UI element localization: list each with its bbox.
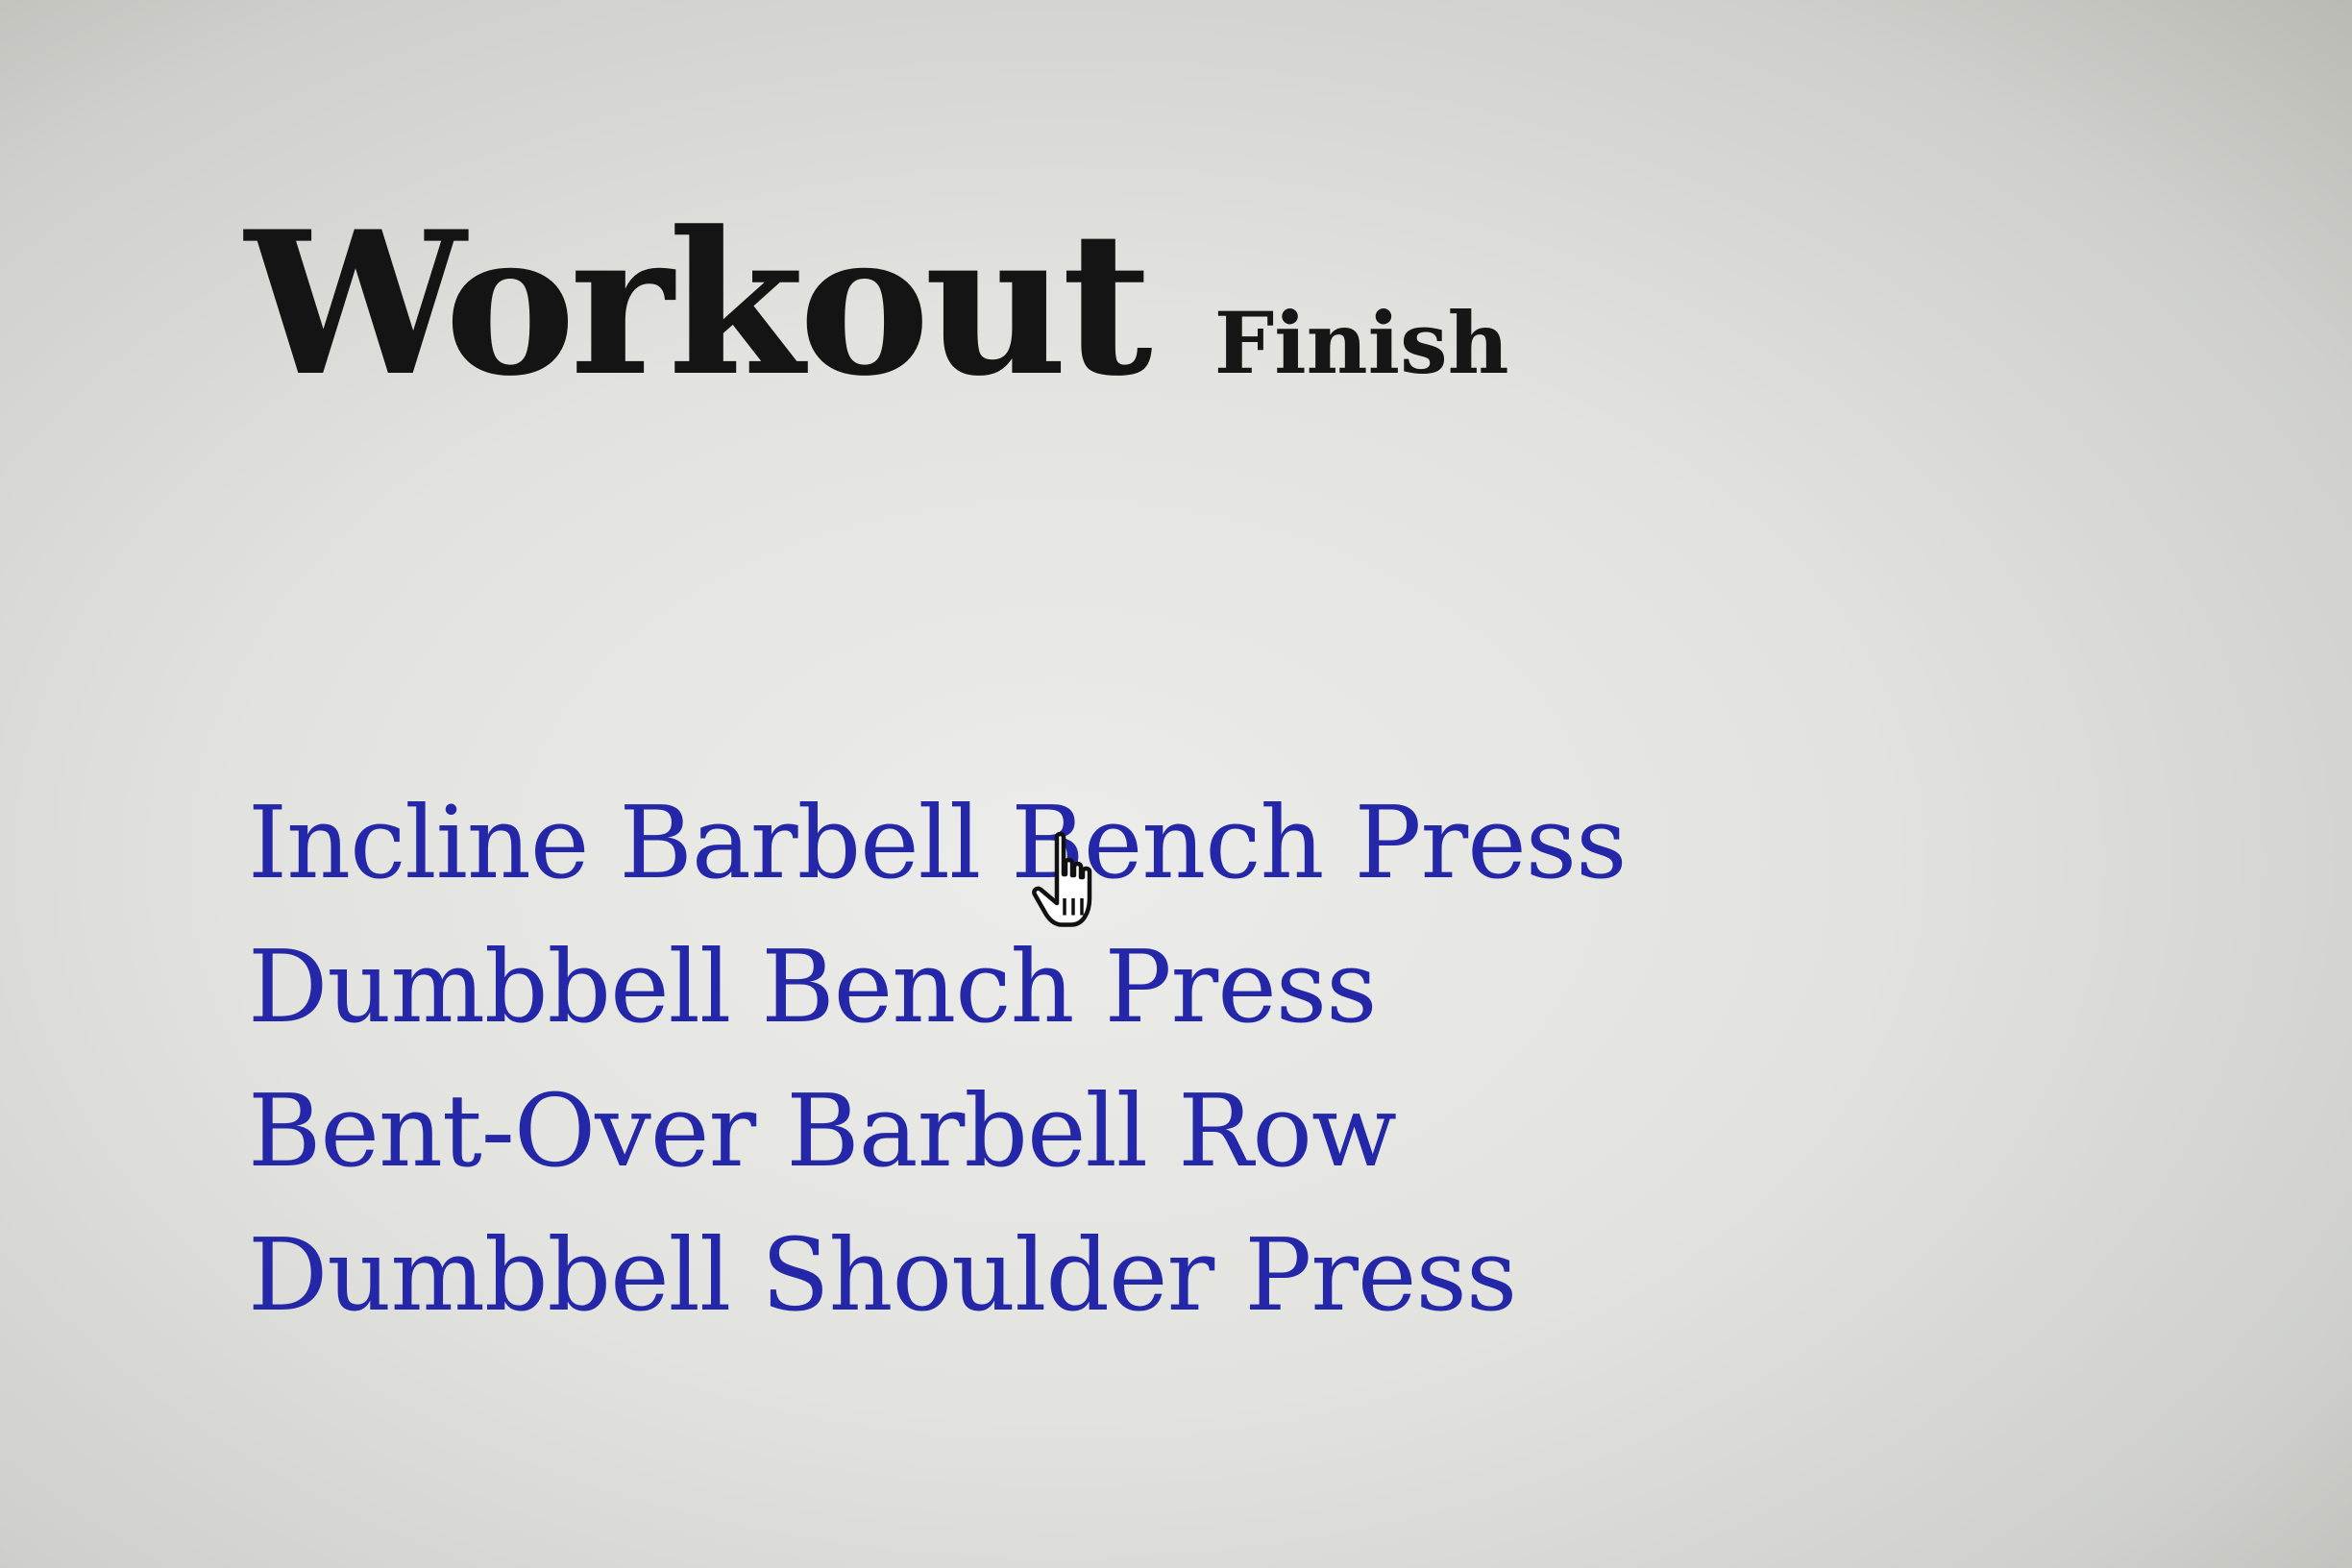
exercise-link-dumbbell-bench-press[interactable]: Dumbbell Bench Press [248, 928, 1377, 1045]
list-item: Dumbbell Bench Press [248, 922, 1626, 1066]
list-item: Dumbbell Shoulder Press [248, 1211, 1626, 1355]
exercise-link-bent-over-barbell-row[interactable]: Bent-Over Barbell Row [248, 1072, 1397, 1189]
list-item: Bent-Over Barbell Row [248, 1066, 1626, 1211]
page-header: Workout Finish [245, 207, 1509, 404]
exercise-link-dumbbell-shoulder-press[interactable]: Dumbbell Shoulder Press [248, 1216, 1517, 1334]
page-title: Workout [245, 189, 1153, 420]
list-item: Incline Barbell Bench Press [248, 778, 1627, 922]
exercise-list: Incline Barbell Bench Press Dumbbell Ben… [248, 778, 1627, 1355]
exercise-link-incline-barbell-bench-press[interactable]: Incline Barbell Bench Press [248, 784, 1627, 901]
finish-link[interactable]: Finish [1214, 301, 1509, 385]
workout-page: Workout Finish Incline Barbell Bench Pre… [0, 0, 2352, 1568]
